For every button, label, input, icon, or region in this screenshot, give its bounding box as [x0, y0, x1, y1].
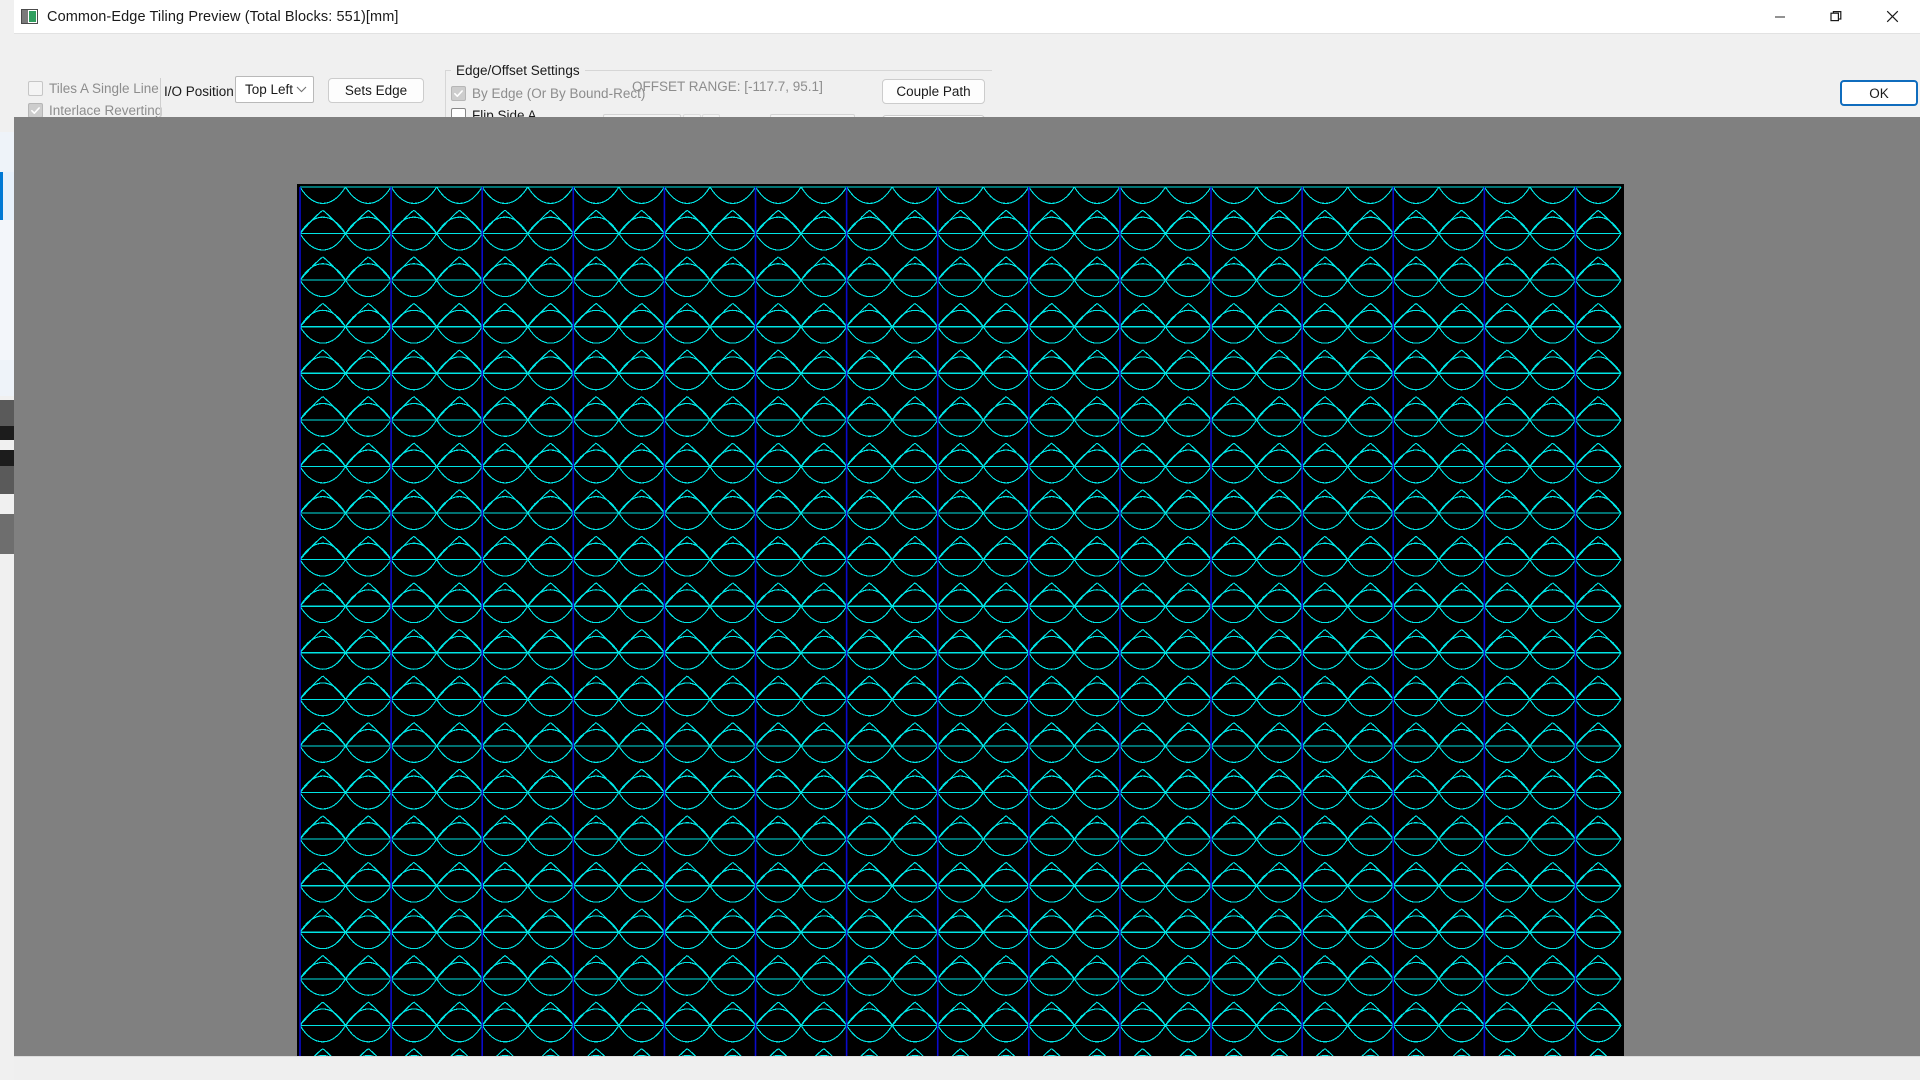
checkbox-label: By Edge (Or By Bound-Rect)	[472, 86, 646, 101]
ok-button[interactable]: OK	[1840, 80, 1918, 106]
checkbox-interlace-reverting[interactable]: Interlace Reverting	[28, 103, 162, 118]
window-title: Common-Edge Tiling Preview (Total Blocks…	[47, 8, 399, 25]
status-bar	[14, 1056, 1920, 1080]
chevron-down-icon	[296, 86, 307, 93]
checkbox-box[interactable]	[28, 81, 43, 96]
checkbox-box[interactable]	[451, 86, 466, 101]
checkbox-tiles-a-single-line[interactable]: Tiles A Single Line	[28, 81, 159, 96]
sets-edge-button[interactable]: Sets Edge	[328, 78, 424, 103]
checkbox-by-edge[interactable]: By Edge (Or By Bound-Rect)	[451, 86, 645, 101]
io-position-select[interactable]: Top Left	[235, 76, 314, 103]
preview-area[interactable]	[14, 117, 1920, 1056]
title-bar[interactable]: Common-Edge Tiling Preview (Total Blocks…	[14, 0, 1920, 33]
tiling-preview-dialog: Common-Edge Tiling Preview (Total Blocks…	[14, 0, 1920, 1080]
checkbox-label: Tiles A Single Line	[49, 81, 159, 96]
tiling-app-icon	[21, 9, 38, 24]
checkbox-label: Interlace Reverting	[49, 103, 163, 118]
offset-range-text: OFFSET RANGE: [-117.7, 95.1]	[632, 79, 823, 94]
io-position-value: Top Left	[245, 82, 294, 97]
couple-path-button[interactable]: Couple Path	[882, 79, 985, 104]
io-position-label: I/O Position:	[164, 84, 238, 99]
toolbar: Tiles A Single Line Interlace Reverting …	[14, 33, 1920, 148]
close-icon[interactable]	[1864, 0, 1920, 33]
minimize-icon[interactable]	[1752, 0, 1808, 33]
window-controls	[1752, 0, 1920, 33]
edge-offset-settings-title: Edge/Offset Settings	[451, 63, 585, 78]
tiling-preview-canvas[interactable]	[297, 184, 1624, 1056]
restore-icon[interactable]	[1808, 0, 1864, 33]
checkbox-box[interactable]	[28, 103, 43, 118]
